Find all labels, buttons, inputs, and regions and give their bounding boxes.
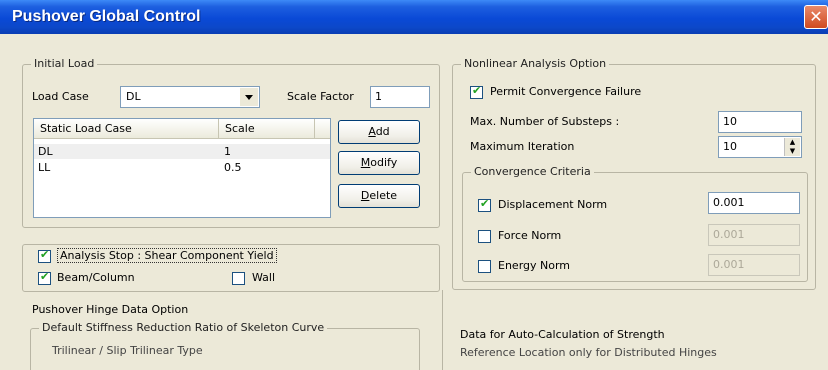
- delete-button[interactable]: Delete: [338, 184, 420, 208]
- displacement-norm-checkbox[interactable]: [478, 197, 491, 212]
- scale-factor-input[interactable]: 1: [370, 86, 430, 108]
- energy-norm-value: 0.001: [713, 258, 745, 271]
- convergence-criteria-legend: Convergence Criteria: [471, 165, 594, 178]
- trilinear-type-label: Trilinear / Slip Trilinear Type: [52, 344, 203, 357]
- chevron-down-icon[interactable]: [240, 88, 258, 106]
- energy-norm-input[interactable]: 0.001: [708, 254, 800, 276]
- energy-norm-label: Energy Norm: [498, 259, 571, 272]
- close-button[interactable]: ✕: [804, 5, 828, 29]
- load-case-value: DL: [126, 90, 141, 103]
- modify-label: odify: [370, 156, 398, 169]
- scale-factor-label: Scale Factor: [287, 90, 354, 103]
- table-row[interactable]: DL 1: [34, 144, 330, 159]
- displacement-norm-label: Displacement Norm: [498, 198, 608, 211]
- initial-load-legend: Initial Load: [31, 57, 98, 70]
- force-norm-value: 0.001: [713, 228, 745, 241]
- maximum-iteration-input[interactable]: 10 ▲ ▼: [718, 136, 802, 158]
- add-label: dd: [375, 125, 390, 138]
- pushover-global-control-dialog: Pushover Global Control ✕ Initial Load L…: [0, 0, 828, 370]
- substeps-value: 10: [723, 115, 737, 128]
- static-load-case-table[interactable]: Static Load Case Scale DL 1 LL 0.5: [33, 118, 331, 218]
- auto-calculation-strength-legend: Data for Auto-Calculation of Strength: [460, 328, 665, 341]
- title-bar[interactable]: Pushover Global Control ✕: [0, 0, 828, 34]
- spin-down-icon[interactable]: ▼: [785, 147, 800, 156]
- table-cell-case: LL: [38, 161, 51, 174]
- force-norm-label: Force Norm: [498, 229, 562, 242]
- displacement-norm-value: 0.001: [713, 196, 745, 209]
- column-header-label: Static Load Case: [40, 122, 132, 135]
- energy-norm-checkbox[interactable]: [478, 260, 491, 273]
- table-row[interactable]: LL 0.5: [34, 160, 330, 175]
- force-norm-checkbox[interactable]: [478, 230, 491, 243]
- load-case-label: Load Case: [32, 90, 89, 103]
- hinge-data-heading: Pushover Hinge Data Option: [32, 303, 189, 316]
- load-case-select[interactable]: DL: [120, 86, 260, 108]
- beam-column-checkbox[interactable]: [38, 270, 51, 285]
- table-cell-case: DL: [38, 145, 53, 158]
- dialog-title: Pushover Global Control: [12, 8, 201, 25]
- permit-convergence-label: Permit Convergence Failure: [490, 85, 642, 98]
- nonlinear-analysis-legend: Nonlinear Analysis Option: [461, 57, 610, 70]
- scale-factor-value: 1: [375, 90, 382, 103]
- modify-mnemonic: M: [360, 156, 371, 169]
- close-icon: ✕: [809, 7, 823, 26]
- column-header-static-load-case[interactable]: Static Load Case: [34, 119, 219, 139]
- analysis-stop-checkbox[interactable]: [38, 248, 51, 263]
- column-header-scale[interactable]: Scale: [219, 119, 315, 139]
- wall-checkbox[interactable]: [232, 272, 245, 285]
- add-button[interactable]: Add: [338, 120, 420, 144]
- maximum-iteration-value: 10: [723, 140, 737, 153]
- displacement-norm-input[interactable]: 0.001: [708, 192, 800, 214]
- beam-column-label: Beam/Column: [57, 271, 135, 284]
- spin-up-icon[interactable]: ▲: [785, 138, 800, 147]
- permit-convergence-checkbox[interactable]: [470, 84, 483, 99]
- iteration-spinner[interactable]: ▲ ▼: [784, 138, 800, 156]
- wall-label: Wall: [252, 271, 276, 284]
- substeps-label: Max. Number of Substeps :: [470, 115, 620, 128]
- stiffness-reduction-legend: Default Stiffness Reduction Ratio of Ske…: [39, 321, 328, 334]
- reference-location-label: Reference Location only for Distributed …: [460, 346, 717, 359]
- table-cell-scale: 1: [224, 145, 231, 158]
- maximum-iteration-label: Maximum Iteration: [470, 140, 575, 153]
- divider: [442, 290, 443, 370]
- add-mnemonic: A: [368, 125, 376, 138]
- column-header-label: Scale: [225, 122, 255, 135]
- table-cell-scale: 0.5: [224, 161, 242, 174]
- modify-button[interactable]: Modify: [338, 151, 420, 175]
- force-norm-input[interactable]: 0.001: [708, 224, 800, 246]
- substeps-input[interactable]: 10: [718, 111, 802, 133]
- analysis-stop-label[interactable]: Analysis Stop : Shear Component Yield: [57, 248, 277, 263]
- column-header-filler: [315, 119, 330, 139]
- delete-label: elete: [369, 189, 398, 202]
